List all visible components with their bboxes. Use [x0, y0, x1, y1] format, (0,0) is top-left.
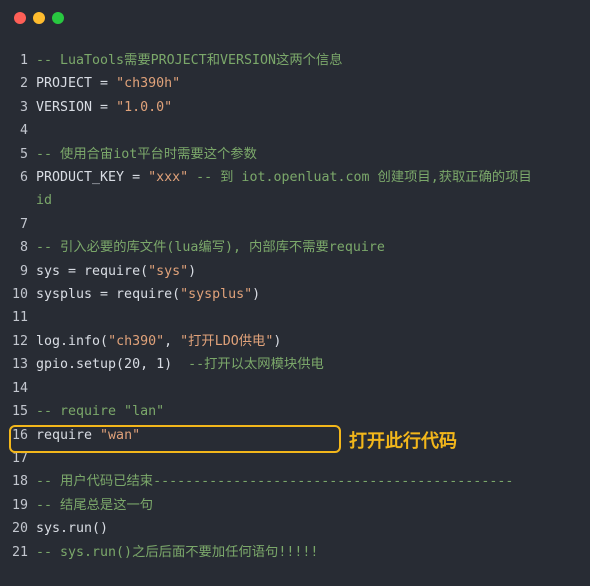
comment-token: id — [36, 193, 53, 209]
line-text: -- sys.run()之后后面不要加任何语句!!!!! — [36, 541, 566, 564]
line-number: 2 — [19, 76, 28, 92]
annotation-label: 打开此行代码 — [349, 431, 457, 452]
code-token: sys = require( — [36, 263, 149, 279]
window-controls — [14, 12, 64, 24]
line-number: 12 — [11, 333, 28, 349]
line-text — [36, 213, 566, 236]
minimize-icon[interactable] — [33, 12, 45, 24]
code-line: id — [0, 189, 590, 212]
comment-token: -- 使用合宙iot平台时需要这个参数 — [36, 146, 257, 162]
code-line: 9 sys = require("sys") — [0, 260, 590, 283]
line-number: 3 — [19, 99, 28, 115]
line-number: 8 — [19, 240, 28, 256]
code-token: sys.run() — [36, 521, 109, 537]
code-line: 6 PRODUCT_KEY = "xxx" -- 到 iot.openluat.c… — [0, 166, 590, 189]
line-text: sys = require("sys") — [36, 260, 566, 283]
highlight-box — [9, 425, 341, 453]
code-line: 20 sys.run() — [0, 517, 590, 540]
comment-token: -- sys.run()之后后面不要加任何语句!!!!! — [36, 544, 319, 560]
line-number: 21 — [11, 544, 28, 560]
comment-token: -- 用户代码已结束------------------------------… — [36, 474, 514, 490]
code-token: ) — [252, 287, 261, 303]
line-number: 14 — [11, 380, 28, 396]
code-token: log.info( — [36, 333, 109, 349]
comment-token: -- LuaTools需要PROJECT和VERSION这两个信息 — [36, 53, 343, 68]
string-token: "sysplus" — [180, 287, 253, 303]
string-token: "xxx" — [148, 170, 189, 186]
line-text — [36, 119, 566, 142]
code-token: ) — [273, 333, 282, 349]
line-text: -- 结尾总是这一句 — [36, 494, 566, 517]
code-line: 19 -- 结尾总是这一句 — [0, 494, 590, 517]
code-line: 2 PROJECT = "ch390h" — [0, 72, 590, 95]
line-text: -- LuaTools需要PROJECT和VERSION这两个信息 — [36, 49, 566, 72]
code-window: 1 -- LuaTools需要PROJECT和VERSION这两个信息 2 PROJE… — [0, 0, 590, 586]
line-number: 15 — [11, 404, 28, 420]
maximize-icon[interactable] — [52, 12, 64, 24]
string-token: "ch390h" — [116, 76, 181, 92]
code-line: 1 -- LuaTools需要PROJECT和VERSION这两个信息 — [0, 49, 590, 72]
comment-token: -- 到 iot.openluat.com 创建项目,获取正确的项目 — [188, 170, 532, 186]
line-number: 1 — [19, 53, 28, 68]
code-token: , — [164, 333, 181, 349]
line-number: 13 — [11, 357, 28, 373]
line-text: -- require "lan" — [36, 400, 566, 423]
line-number: 9 — [19, 263, 28, 279]
code-editor[interactable]: 1 -- LuaTools需要PROJECT和VERSION这两个信息 2 PROJE… — [0, 49, 590, 564]
code-line: 5 -- 使用合宙iot平台时需要这个参数 — [0, 143, 590, 166]
string-token: "sys" — [148, 263, 189, 279]
code-token: PRODUCT_KEY = — [36, 170, 149, 186]
code-line: 8 -- 引入必要的库文件(lua编写), 内部库不需要require — [0, 236, 590, 259]
code-line: 10 sysplus = require("sysplus") — [0, 283, 590, 306]
string-token: "1.0.0" — [116, 99, 173, 115]
line-text: PRODUCT_KEY = "xxx" -- 到 iot.openluat.co… — [36, 166, 566, 189]
line-number: 11 — [11, 310, 28, 326]
code-line: 7 — [0, 213, 590, 236]
code-line: 13 gpio.setup(20, 1) --打开以太网模块供电 — [0, 353, 590, 376]
code-line: 14 — [0, 377, 590, 400]
line-text — [36, 306, 566, 329]
string-token: "ch390" — [108, 333, 165, 349]
line-number: 19 — [11, 497, 28, 513]
code-token: VERSION = — [36, 99, 117, 115]
comment-token: -- require "lan" — [36, 404, 165, 420]
line-number: 7 — [19, 216, 28, 232]
code-token: sysplus = require( — [36, 287, 181, 303]
line-text: sysplus = require("sysplus") — [36, 283, 566, 306]
line-text: sys.run() — [36, 517, 566, 540]
line-text: -- 用户代码已结束------------------------------… — [36, 470, 566, 493]
line-number: 4 — [19, 123, 28, 139]
line-text — [36, 377, 566, 400]
comment-token: -- 引入必要的库文件(lua编写), 内部库不需要require — [36, 240, 385, 256]
code-line: 18 -- 用户代码已结束----------------------------… — [0, 470, 590, 493]
code-line: 15 -- require "lan" — [0, 400, 590, 423]
code-line: 12 log.info("ch390", "打开LDO供电") — [0, 330, 590, 353]
line-text: -- 引入必要的库文件(lua编写), 内部库不需要require — [36, 236, 566, 259]
line-number: 10 — [11, 287, 28, 303]
line-number: 5 — [19, 146, 28, 162]
line-number: 18 — [11, 474, 28, 490]
comment-token: --打开以太网模块供电 — [188, 357, 324, 373]
line-number: 6 — [19, 170, 28, 186]
code-line: 4 — [0, 119, 590, 142]
code-line: 3 VERSION = "1.0.0" — [0, 96, 590, 119]
string-token: "打开LDO供电" — [180, 333, 274, 349]
code-line: 21 -- sys.run()之后后面不要加任何语句!!!!! — [0, 541, 590, 564]
line-number: 20 — [11, 521, 28, 537]
line-text: PROJECT = "ch390h" — [36, 72, 566, 95]
line-text: gpio.setup(20, 1) --打开以太网模块供电 — [36, 353, 566, 376]
code-token: ) — [188, 263, 197, 279]
code-token: gpio.setup(20, 1) — [36, 357, 189, 373]
comment-token: -- 结尾总是这一句 — [36, 497, 154, 513]
code-token: PROJECT = — [36, 76, 117, 92]
line-text: log.info("ch390", "打开LDO供电") — [36, 330, 566, 353]
close-icon[interactable] — [14, 12, 26, 24]
code-line: 11 — [0, 306, 590, 329]
line-text: VERSION = "1.0.0" — [36, 96, 566, 119]
line-text: id — [36, 189, 566, 212]
line-text: -- 使用合宙iot平台时需要这个参数 — [36, 143, 566, 166]
